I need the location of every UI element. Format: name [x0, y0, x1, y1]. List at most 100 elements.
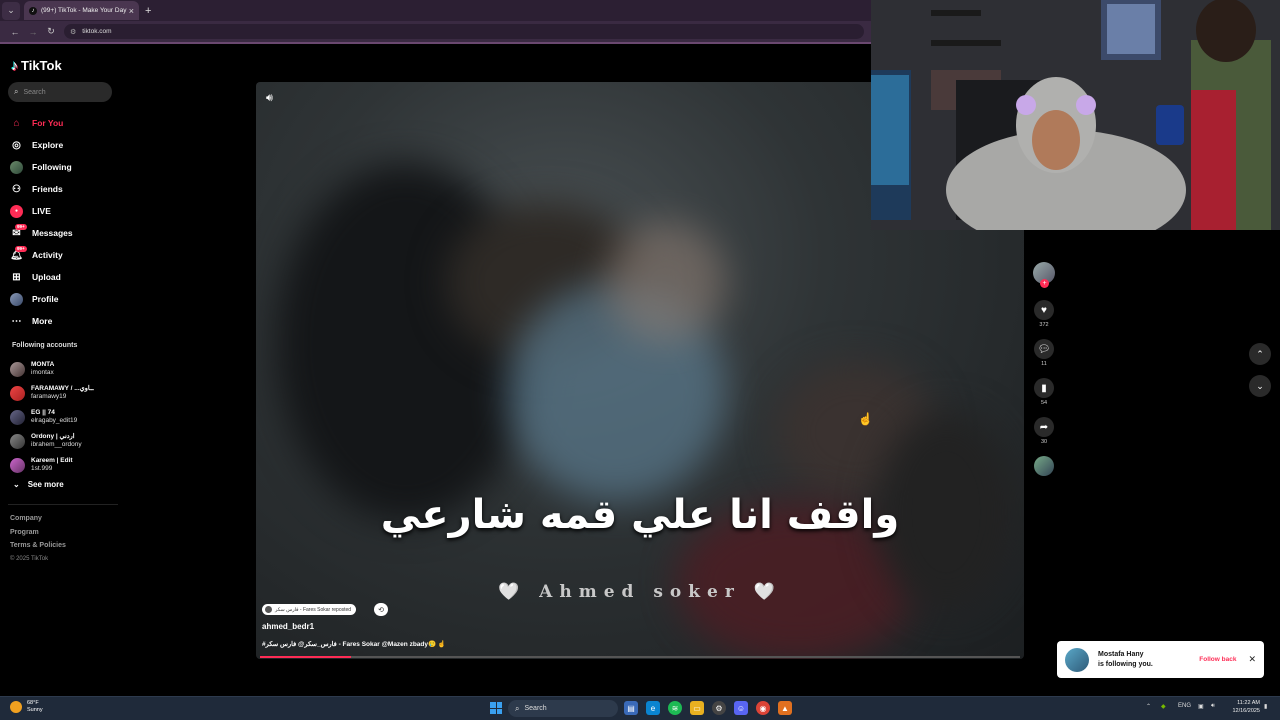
- repost-text: فارس سكر - Fares Sokar reposted: [275, 606, 352, 613]
- account-name: FARAMAWY / ...ــاوي: [31, 385, 94, 392]
- bookmark-button[interactable]: ▮: [1034, 378, 1054, 398]
- tab-title: (99+) TikTok - Make Your Day: [41, 7, 127, 14]
- main-nav: ⌂ For You ◎ Explore Following ⚇ Friends …: [10, 112, 73, 332]
- footer-link-terms[interactable]: Terms & Policies: [10, 539, 66, 553]
- video-progress-bar[interactable]: [260, 656, 1020, 658]
- footer-link-company[interactable]: Company: [10, 512, 66, 526]
- search-input[interactable]: ⌕ Search: [8, 82, 112, 102]
- bell-icon: 🔔︎ 99+: [10, 245, 27, 261]
- avatar: [10, 385, 25, 401]
- nav-friends[interactable]: ⚇ Friends: [10, 178, 73, 200]
- sidebar-footer: Company Program Terms & Policies © 2025 …: [10, 512, 66, 566]
- new-tab-icon[interactable]: +: [145, 5, 151, 17]
- video-figure-shape: [606, 222, 726, 342]
- sidebar-divider: [8, 504, 118, 505]
- heart-icon: ♥: [1041, 304, 1047, 316]
- tray-overflow-icon[interactable]: ⌃: [1146, 703, 1151, 710]
- system-clock[interactable]: 11:22 AM 12/16/2025: [1228, 700, 1260, 715]
- steam-icon[interactable]: ⚙: [712, 701, 726, 715]
- video-caption: واقف انا علي قمه شارعي: [380, 492, 900, 538]
- nav-messages[interactable]: ✉ 99+ Messages: [10, 222, 73, 244]
- logo-text: TikTok: [21, 57, 62, 73]
- volume-icon[interactable]: 🔊︎: [1211, 703, 1215, 710]
- weather-condition: Sunny: [27, 707, 43, 713]
- activity-badge: 99+: [15, 245, 27, 252]
- account-username: elragaby_edit19: [31, 417, 78, 424]
- nav-activity[interactable]: 🔔︎ 99+ Activity: [10, 244, 73, 266]
- notification-bell-icon[interactable]: ▮: [1264, 703, 1267, 710]
- repost-icon[interactable]: ⟲: [374, 603, 388, 616]
- notification-name[interactable]: Mostafa Hany: [1098, 650, 1199, 660]
- tiktok-logo[interactable]: ♪ TikTok: [11, 57, 62, 73]
- account-item[interactable]: MONTA imontax: [10, 357, 94, 381]
- follow-back-button[interactable]: Follow back: [1199, 656, 1236, 663]
- comment-count: 11: [1041, 361, 1047, 367]
- account-username: imontax: [31, 369, 54, 376]
- account-item[interactable]: Ordony | اردني ibrahem__ordony: [10, 429, 94, 453]
- nav-label: More: [32, 316, 53, 326]
- profile-icon: [10, 292, 23, 306]
- edge-icon[interactable]: e: [646, 701, 660, 715]
- windows-start-icon[interactable]: [490, 702, 502, 714]
- previous-video-button[interactable]: ⌃: [1249, 343, 1271, 365]
- friends-icon: ⚇: [12, 183, 21, 195]
- chrome-icon[interactable]: ◉: [756, 701, 770, 715]
- discord-icon[interactable]: ☺: [734, 701, 748, 715]
- footer-link-program[interactable]: Program: [10, 526, 66, 540]
- tiktok-note-icon: ♪: [11, 57, 18, 73]
- nav-label: Explore: [32, 140, 64, 150]
- nav-profile[interactable]: Profile: [10, 288, 73, 310]
- back-icon[interactable]: ←: [6, 27, 24, 37]
- next-video-button[interactable]: ⌄: [1249, 375, 1271, 397]
- avatar[interactable]: [1065, 647, 1089, 672]
- spotify-icon[interactable]: ≋: [668, 701, 682, 715]
- see-more-label: See more: [27, 480, 64, 489]
- nav-for-you[interactable]: ⌂ For You: [10, 112, 73, 134]
- weather-widget[interactable]: 68°F Sunny: [10, 700, 43, 714]
- forward-icon[interactable]: →: [24, 27, 42, 37]
- music-disc[interactable]: [1034, 456, 1054, 476]
- tab-close-icon[interactable]: ×: [129, 6, 134, 16]
- language-indicator[interactable]: ENG: [1178, 703, 1191, 709]
- network-icon[interactable]: ▣: [1198, 703, 1204, 710]
- site-info-icon[interactable]: ⚙: [70, 28, 76, 36]
- creator-avatar[interactable]: +: [1033, 262, 1055, 288]
- share-count: 30: [1040, 439, 1048, 445]
- account-name: Ordony | اردني: [31, 433, 75, 440]
- nvidia-icon[interactable]: ◆: [1161, 703, 1166, 710]
- plus-square-icon: ⊞: [12, 271, 21, 283]
- browser-tab[interactable]: ♪ (99+) TikTok - Make Your Day ×: [24, 1, 139, 20]
- message-icon: ✉ 99+: [12, 223, 27, 239]
- close-icon[interactable]: ✕: [1248, 654, 1256, 665]
- action-rail: + ♥ 372 💬︎ 11 ▮ 54 ➦ 30: [1032, 262, 1056, 476]
- url-field[interactable]: ⚙ tiktok.com: [64, 24, 864, 39]
- search-icon: ⌕: [14, 87, 19, 96]
- comment-button[interactable]: 💬︎: [1034, 339, 1054, 359]
- follow-notification: Mostafa Hany is following you. Follow ba…: [1057, 641, 1264, 678]
- see-more-button[interactable]: ⌄ See more: [13, 480, 64, 489]
- repost-chip[interactable]: فارس سكر - Fares Sokar reposted: [262, 604, 357, 615]
- share-button[interactable]: ➦: [1034, 417, 1054, 437]
- account-item[interactable]: EG || 74 elragaby_edit19: [10, 405, 94, 429]
- nav-label: Activity: [32, 250, 63, 260]
- follow-plus-icon[interactable]: +: [1040, 279, 1049, 288]
- video-author[interactable]: ahmed_bedr1: [262, 622, 314, 631]
- file-explorer-icon[interactable]: ▤: [624, 701, 638, 715]
- account-item[interactable]: FARAMAWY / ...ــاوي faramawy19: [10, 381, 94, 405]
- account-item[interactable]: Kareem | Edit 1st.999: [10, 453, 94, 477]
- app-icon[interactable]: ▲: [778, 701, 792, 715]
- folder-icon[interactable]: ▭: [690, 701, 704, 715]
- taskbar-search[interactable]: ⌕ Search: [508, 700, 618, 717]
- tab-search-icon[interactable]: ⌄: [2, 1, 20, 20]
- nav-live[interactable]: ● LIVE: [10, 200, 73, 222]
- nav-upload[interactable]: ⊞ Upload: [10, 266, 73, 288]
- nav-explore[interactable]: ◎ Explore: [10, 134, 73, 156]
- like-button[interactable]: ♥: [1034, 300, 1054, 320]
- like-count: 372: [1039, 322, 1049, 328]
- nav-more[interactable]: ⋯ More: [10, 310, 73, 332]
- nav-label: Following: [32, 162, 72, 172]
- volume-icon[interactable]: 🔊︎: [266, 92, 273, 105]
- nav-following[interactable]: Following: [10, 156, 73, 178]
- mouse-cursor-icon: ☝: [858, 412, 873, 426]
- reload-icon[interactable]: ↻: [42, 26, 60, 37]
